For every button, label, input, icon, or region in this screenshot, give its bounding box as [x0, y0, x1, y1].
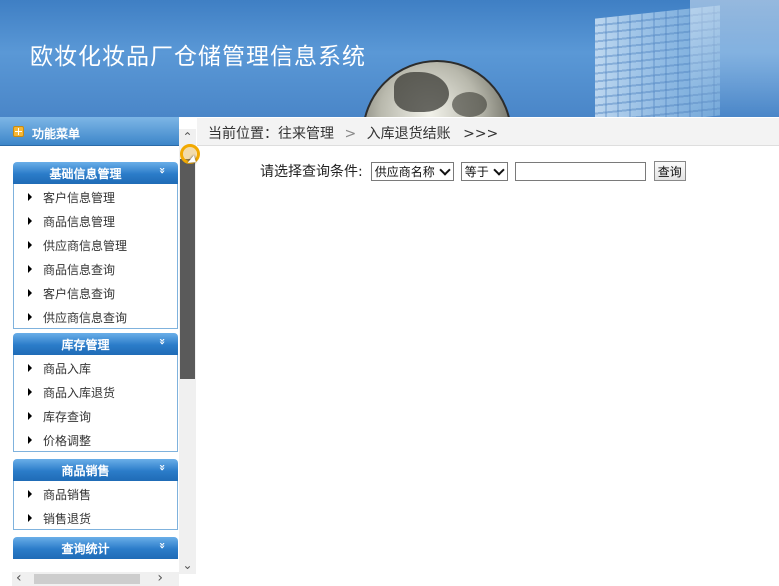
breadcrumb-current: 入库退货结账 — [366, 126, 451, 142]
query-button[interactable]: 查询 — [653, 161, 686, 181]
vertical-scrollbar[interactable]: ⌃ ⌄ — [179, 129, 196, 574]
triangle-right-icon — [28, 490, 32, 498]
breadcrumb-tail: >>> — [463, 126, 499, 142]
chevron-down-icon: » — [155, 541, 169, 550]
chevron-down-icon: » — [155, 463, 169, 472]
triangle-right-icon — [28, 364, 32, 372]
triangle-right-icon — [28, 265, 32, 273]
chevron-down-icon — [493, 165, 505, 177]
triangle-right-icon — [28, 241, 32, 249]
operator-select[interactable]: 等于 — [460, 161, 508, 181]
sidebar-item-product-query[interactable]: 商品信息查询 — [14, 256, 177, 280]
group-title: 库存管理 — [61, 338, 110, 352]
sidebar-item-stock-in-return[interactable]: 商品入库退货 — [14, 379, 177, 403]
query-form: 请选择查询条件: 供应商名称 等于 查询 — [260, 160, 686, 182]
group-header-basic-info[interactable]: 基础信息管理 » — [13, 162, 178, 184]
chevron-down-icon: » — [155, 166, 169, 175]
chevron-down-icon — [439, 165, 451, 177]
group-header-inventory[interactable]: 库存管理 » — [13, 333, 178, 355]
triangle-right-icon — [28, 193, 32, 201]
sidebar-item-supplier-manage[interactable]: 供应商信息管理 — [14, 232, 177, 256]
group-header-sales[interactable]: 商品销售 » — [13, 459, 178, 481]
menu-header: 功能菜单 — [0, 117, 179, 146]
sidebar-item-customer-manage[interactable]: 客户信息管理 — [14, 184, 177, 208]
query-value-input[interactable] — [514, 161, 646, 181]
triangle-right-icon — [28, 388, 32, 396]
mouse-cursor — [180, 144, 202, 167]
scrollbar-thumb[interactable] — [180, 159, 195, 379]
breadcrumb-separator: > — [344, 126, 357, 142]
sidebar-item-customer-query[interactable]: 客户信息查询 — [14, 280, 177, 304]
group-title: 查询统计 — [61, 542, 110, 556]
triangle-right-icon — [28, 514, 32, 522]
operator-select-value: 等于 — [464, 164, 489, 179]
system-title: 欧妆化妆品厂仓储管理信息系统 — [30, 44, 366, 70]
header-banner: 欧妆化妆品厂仓储管理信息系统 — [0, 0, 779, 117]
scroll-left-icon[interactable]: ‹ — [16, 570, 22, 586]
triangle-right-icon — [28, 289, 32, 297]
horizontal-scrollbar[interactable]: ‹ › — [12, 570, 179, 586]
scroll-right-icon[interactable]: › — [157, 570, 163, 586]
triangle-right-icon — [28, 217, 32, 225]
sidebar-item-price-adjust[interactable]: 价格调整 — [14, 427, 177, 451]
triangle-right-icon — [28, 412, 32, 420]
breadcrumb: 当前位置：往来管理 > 入库退货结账 >>> — [197, 118, 779, 146]
sidebar-item-stock-query[interactable]: 库存查询 — [14, 403, 177, 427]
sidebar-item-stock-in[interactable]: 商品入库 — [14, 355, 177, 379]
group-title: 基础信息管理 — [49, 167, 122, 181]
sidebar-item-product-manage[interactable]: 商品信息管理 — [14, 208, 177, 232]
globe-graphic — [362, 60, 512, 117]
group-title: 商品销售 — [61, 464, 110, 478]
chevron-down-icon: » — [155, 337, 169, 346]
menu-header-label: 功能菜单 — [32, 127, 81, 141]
field-select-value: 供应商名称 — [374, 164, 435, 179]
sidebar-item-sales[interactable]: 商品销售 — [14, 481, 177, 505]
triangle-right-icon — [28, 436, 32, 444]
triangle-right-icon — [28, 313, 32, 321]
query-label: 请选择查询条件: — [260, 164, 363, 180]
scroll-down-icon[interactable]: ⌄ — [179, 557, 196, 574]
sidebar-item-supplier-query[interactable]: 供应商信息查询 — [14, 304, 177, 328]
menu-group-sales: 商品销售 » 商品销售 销售退货 — [13, 459, 178, 530]
group-header-statistics[interactable]: 查询统计 » — [13, 537, 178, 559]
sidebar-item-sales-return[interactable]: 销售退货 — [14, 505, 177, 529]
menu-group-basic-info: 基础信息管理 » 客户信息管理 商品信息管理 供应商信息管理 商品信息查询 客户… — [13, 162, 178, 329]
field-select[interactable]: 供应商名称 — [370, 161, 454, 181]
plus-icon — [13, 126, 24, 137]
breadcrumb-prefix: 当前位置：往来管理 — [208, 126, 334, 142]
scrollbar-thumb[interactable] — [34, 574, 140, 584]
menu-group-statistics: 查询统计 » — [13, 537, 178, 559]
sidebar: 功能菜单 基础信息管理 » 客户信息管理 商品信息管理 供应商信息管理 商品信息… — [0, 117, 196, 586]
menu-group-inventory: 库存管理 » 商品入库 商品入库退货 库存查询 价格调整 — [13, 333, 178, 452]
